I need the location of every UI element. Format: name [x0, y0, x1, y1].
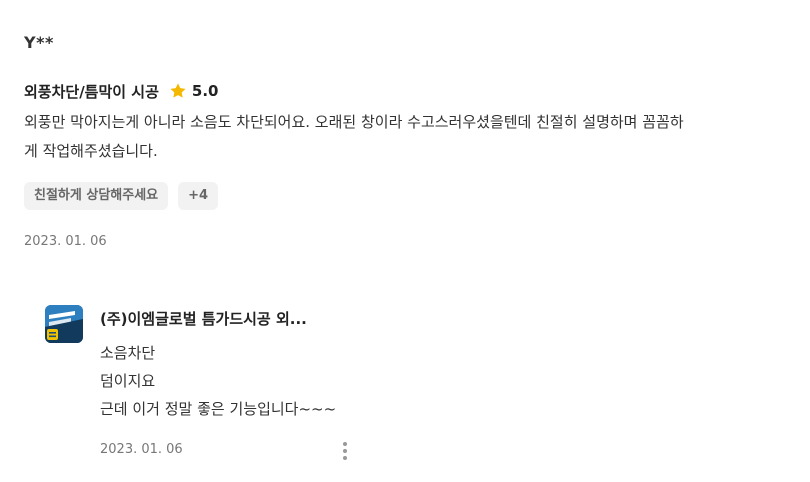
reply-line: 근데 이거 정말 좋은 기능입니다~~~	[100, 400, 337, 418]
review-card: Y** 외풍차단/틈막이 시공 5.0 외풍만 막아지는게 아니라 소음도 차단…	[0, 0, 810, 482]
reviewer-name: Y**	[24, 33, 54, 52]
reply-date: 2023. 01. 06	[100, 442, 183, 457]
service-rating-row: 외풍차단/틈막이 시공 5.0	[24, 80, 218, 102]
company-name[interactable]: (주)이엠글로벌 틈가드시공 외...	[100, 308, 307, 329]
review-tags: 친절하게 상담해주세요 +4	[24, 182, 219, 210]
reply-line: 소음차단	[100, 344, 156, 362]
more-tags-chip[interactable]: +4	[178, 182, 219, 210]
service-name: 외풍차단/틈막이 시공	[24, 82, 159, 101]
review-text: 외풍만 막아지는게 아니라 소음도 차단되어요. 오래된 창이라 수고스러우셨을…	[24, 113, 684, 160]
more-vertical-icon[interactable]	[333, 439, 357, 463]
company-logo-icon[interactable]	[45, 305, 83, 343]
rating-value: 5.0	[191, 82, 219, 100]
reply-line: 덤이지요	[100, 372, 156, 390]
tag-chip[interactable]: 친절하게 상담해주세요	[24, 182, 169, 210]
star-icon	[169, 82, 187, 100]
review-date: 2023. 01. 06	[24, 234, 107, 249]
reply-text: 소음차단 덤이지요 근데 이거 정말 좋은 기능입니다~~~	[100, 339, 400, 423]
